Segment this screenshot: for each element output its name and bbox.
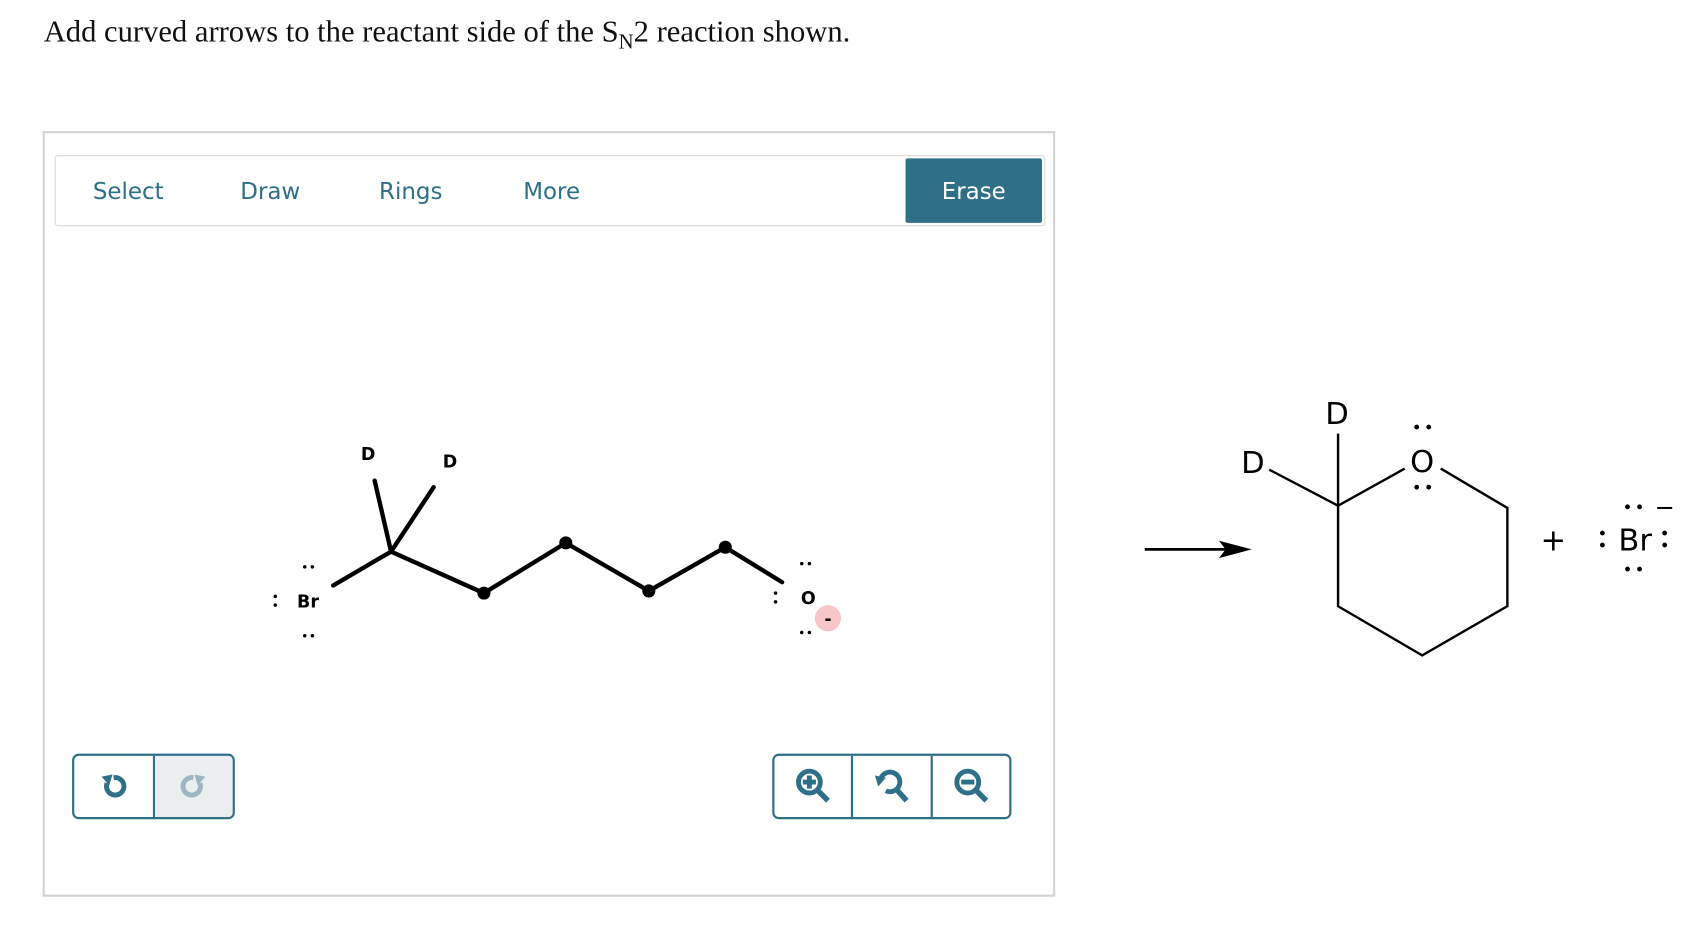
atom-dot[interactable] [718, 540, 732, 554]
zoom-out-icon [954, 768, 989, 803]
atom-br[interactable]: Br [297, 592, 319, 612]
atom-d[interactable]: D [443, 453, 458, 473]
atom-dot[interactable] [559, 536, 573, 550]
redo-button[interactable] [154, 755, 233, 818]
product-atom-br: Br [1618, 524, 1652, 559]
history-controls [72, 753, 235, 820]
zoom-reset-icon [875, 769, 910, 803]
atom-d[interactable]: D [361, 445, 376, 465]
zoom-in-icon [796, 768, 831, 803]
atom-o[interactable]: O [801, 589, 816, 609]
product-atom-d: D [1241, 446, 1265, 481]
zoom-out-button[interactable] [932, 756, 1009, 817]
product-atom-o: O [1410, 445, 1434, 480]
product-charge: − [1655, 494, 1675, 522]
product-ring [1336, 467, 1509, 657]
plus-sign: + [1540, 524, 1566, 559]
bond[interactable] [330, 549, 394, 588]
redo-icon [180, 774, 206, 798]
atom-dot[interactable] [642, 584, 656, 598]
zoom-controls [772, 753, 1012, 820]
charge-label: - [824, 610, 831, 630]
atom-dot[interactable] [477, 586, 491, 600]
product-atom-d: D [1325, 397, 1349, 432]
undo-button[interactable] [74, 755, 155, 818]
bond[interactable] [388, 484, 436, 554]
zoom-in-button[interactable] [774, 755, 854, 818]
bond[interactable] [372, 478, 394, 554]
bond [1268, 468, 1339, 507]
undo-icon [101, 774, 127, 798]
zoom-reset-button[interactable] [853, 755, 933, 818]
